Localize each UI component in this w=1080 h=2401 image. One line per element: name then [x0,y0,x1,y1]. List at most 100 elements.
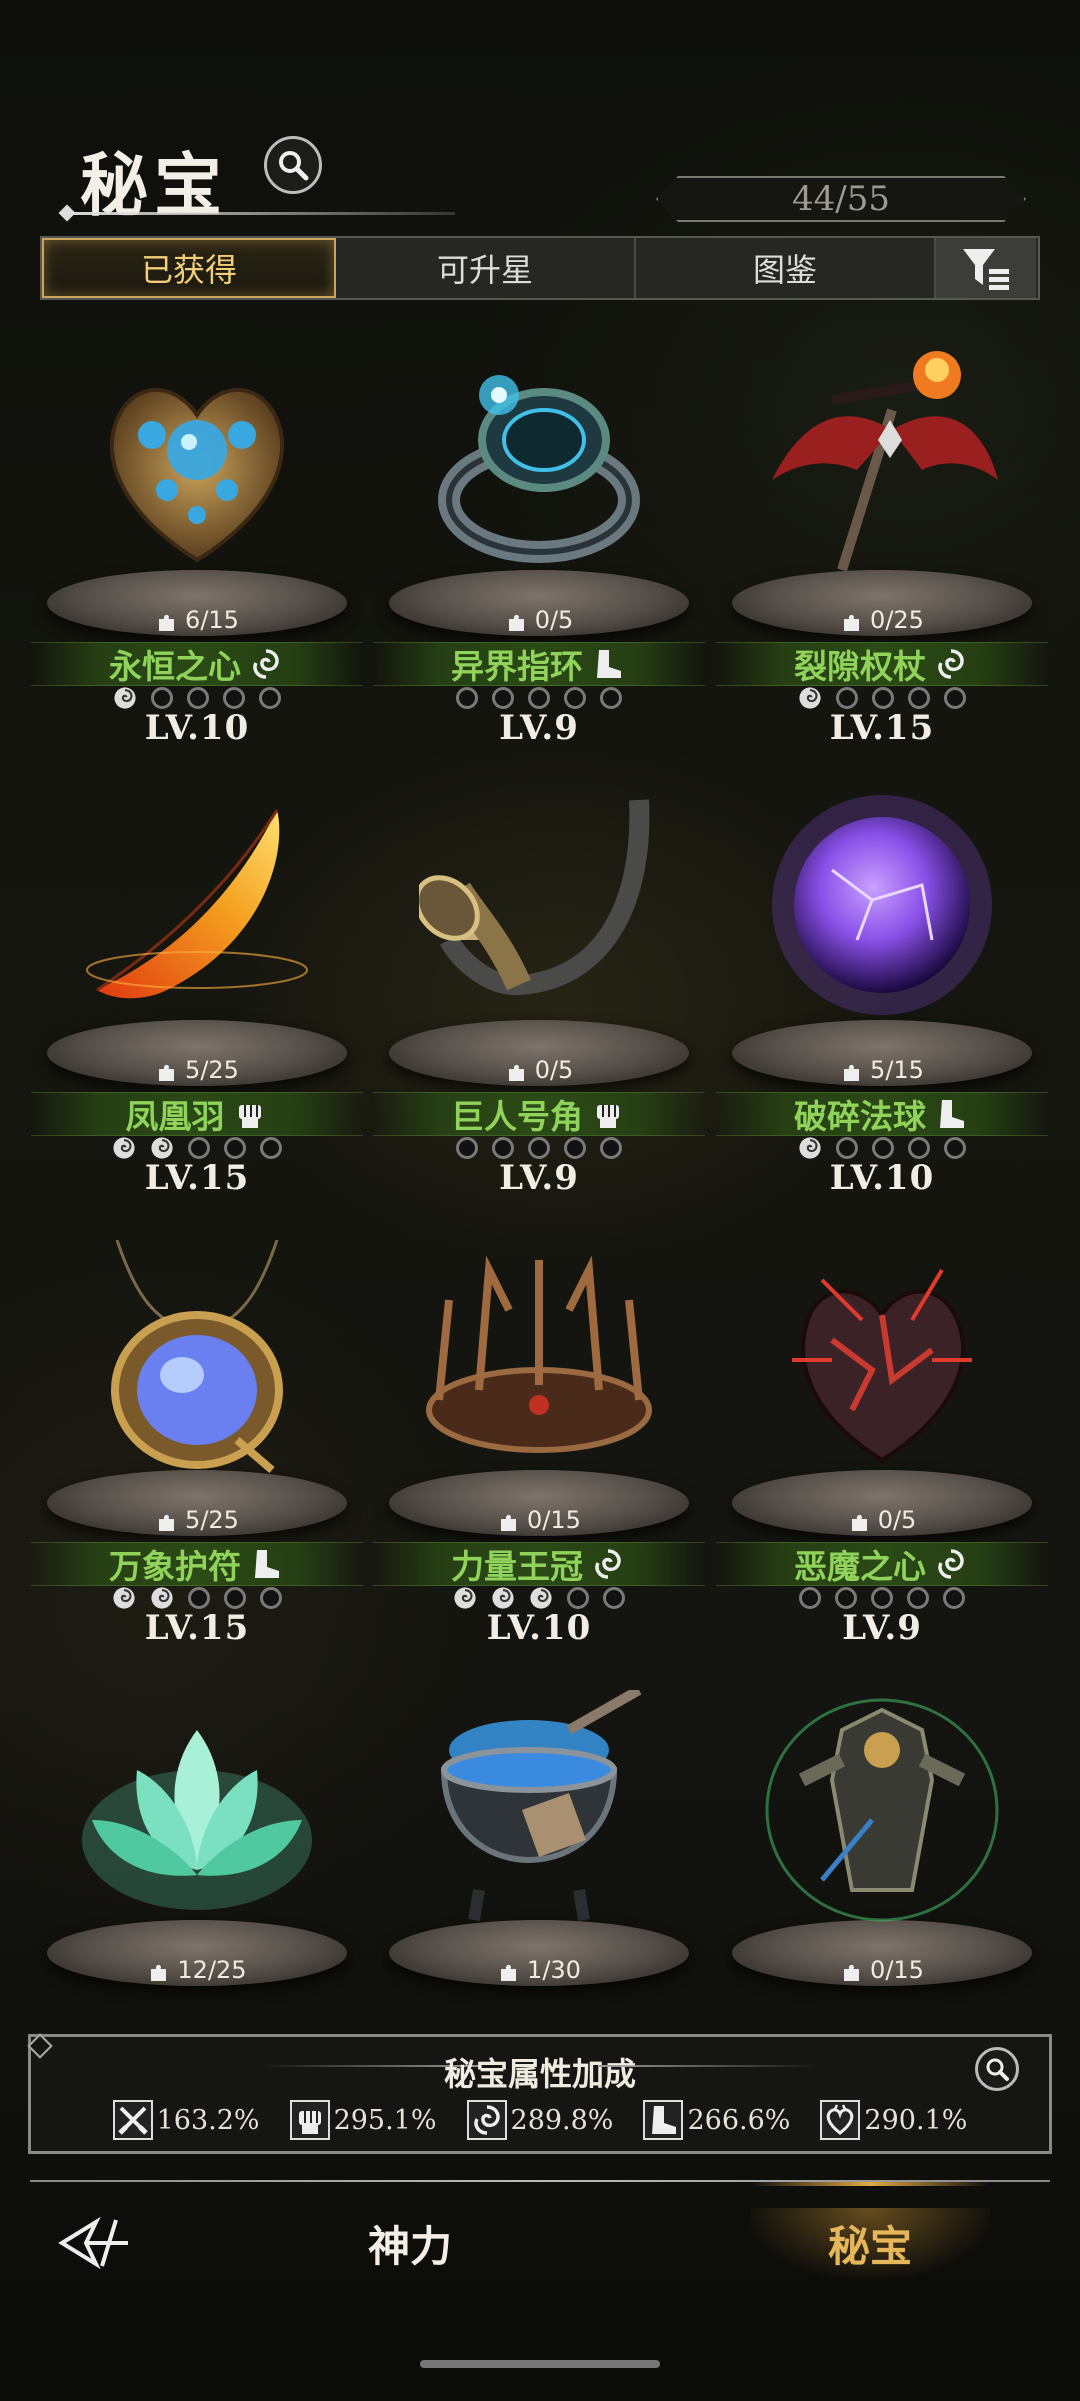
star-rating [25,1136,369,1160]
treasure-name: 凤凰羽 [25,1094,369,1136]
star-empty-icon [259,687,281,709]
treasure-name-text: 破碎法球 [794,1097,926,1136]
fragment-value: 0/25 [870,606,924,634]
star-empty-icon [908,1137,930,1159]
fragment-count: 0/5 [367,606,711,634]
star-empty-icon [188,1587,210,1609]
star-filled-icon [150,1136,174,1160]
treasure-art-scepter [762,340,1002,580]
bonus-stat-value: 266.6% [687,2104,791,2136]
treasure-card[interactable]: 0/5 异界指环 LV.9 [367,330,711,770]
star-empty-icon [600,687,622,709]
fragment-count: 5/25 [25,1056,369,1084]
tab-codex[interactable]: 图鉴 [636,238,936,298]
fragment-count: 1/30 [367,1956,711,1984]
heart-icon [820,2100,861,2140]
fragment-count: 5/15 [710,1056,1054,1084]
star-empty-icon [872,1137,894,1159]
treasure-art-cauldron [419,1685,659,1930]
star-rating [710,686,1054,710]
puzzle-piece-icon [501,1514,517,1531]
puzzle-piece-icon [844,1064,860,1081]
sword-icon [112,2100,153,2140]
back-button[interactable] [56,2208,136,2278]
star-rating [710,1136,1054,1160]
treasure-name: 裂隙权杖 [710,644,1054,686]
fragment-value: 6/15 [185,606,239,634]
treasure-card[interactable]: 5/25 万象护符 LV.15 [25,1230,369,1670]
star-empty-icon [528,1137,550,1159]
puzzle-piece-icon [844,1964,860,1981]
star-rating [25,1586,369,1610]
search-icon [986,2058,1009,2081]
filter-tabs: 已获得 可升星 图鉴 [40,236,1040,300]
puzzle-piece-icon [501,1964,517,1981]
bonus-stat: 163.2% [112,2100,260,2140]
filter-icon [963,249,1009,290]
fragment-value: 1/30 [527,1956,581,1984]
treasure-name-text: 永恒之心 [109,647,241,686]
bonus-detail-button[interactable] [975,2047,1019,2091]
treasure-art-crown [419,1240,659,1480]
treasure-level: LV.10 [486,1608,592,1648]
search-button[interactable] [264,136,322,194]
star-empty-icon [944,687,966,709]
treasure-name-text: 凤凰羽 [125,1097,225,1136]
treasure-level: LV.10 [144,708,250,748]
treasure-art-lotus [77,1690,317,1930]
bonus-stat: 295.1% [289,2100,437,2140]
treasure-level: LV.15 [144,1608,250,1648]
treasure-card[interactable]: 0/15 力量王冠 LV.10 [367,1230,711,1670]
star-empty-icon [836,687,858,709]
treasure-name-text: 万象护符 [109,1547,241,1586]
treasure-card[interactable]: 0/5 恶魔之心 LV.9 [710,1230,1054,1670]
fragment-count: 0/5 [367,1056,711,1084]
boot-icon [643,2100,684,2140]
puzzle-piece-icon [159,1514,175,1531]
treasure-level: LV.10 [829,1158,935,1198]
bonus-stat-value: 290.1% [864,2104,968,2136]
bonus-stat: 266.6% [643,2100,790,2140]
star-filled-icon [150,1586,174,1610]
treasure-art-horn [414,790,659,1030]
treasure-card[interactable]: 0/25 裂隙权杖 LV.15 [710,330,1054,770]
bonus-stat-value: 289.8% [510,2104,614,2136]
star-filled-icon [798,1136,822,1160]
star-rating [710,1586,1054,1610]
treasure-level: LV.9 [842,1608,922,1648]
tab-obtained[interactable]: 已获得 [42,238,336,298]
fragment-value: 0/5 [877,1506,917,1534]
nav-tab-treasure[interactable]: 秘宝 [750,2182,990,2278]
star-empty-icon [492,1137,514,1159]
star-empty-icon [456,687,478,709]
fragment-value: 0/15 [870,1956,924,1984]
nav-tab-divine-power[interactable]: 神力 [290,2208,530,2278]
treasure-name: 万象护符 [25,1544,369,1586]
star-empty-icon [907,1587,929,1609]
fragment-count: 5/25 [25,1506,369,1534]
fragment-count: 0/15 [710,1956,1054,1984]
tab-upgradable[interactable]: 可升星 [336,238,636,298]
treasure-card[interactable]: 0/5 巨人号角 LV.9 [367,780,711,1220]
fragment-value: 5/15 [870,1056,924,1084]
star-empty-icon [603,1587,625,1609]
star-empty-icon [456,1137,478,1159]
swirl-icon [589,1545,627,1583]
star-empty-icon [836,1137,858,1159]
filter-button[interactable] [936,238,1036,298]
star-filled-icon [453,1586,477,1610]
treasure-card[interactable]: 5/25 凤凰羽 LV.15 [25,780,369,1220]
star-rating [25,686,369,710]
fragment-count: 0/5 [710,1506,1054,1534]
puzzle-piece-icon [151,1964,167,1981]
bonus-stat: 290.1% [820,2100,967,2140]
star-empty-icon [188,1137,210,1159]
treasure-art-amulet [77,1239,317,1480]
treasure-card[interactable]: 6/15 永恒之心 LV.10 [25,330,369,770]
bonus-title: 秘宝属性加成 [443,2055,636,2093]
star-empty-icon [799,1587,821,1609]
star-filled-icon [112,1586,136,1610]
star-empty-icon [567,1587,589,1609]
puzzle-piece-icon [508,1064,524,1081]
treasure-card[interactable]: 5/15 破碎法球 LV.10 [710,780,1054,1220]
